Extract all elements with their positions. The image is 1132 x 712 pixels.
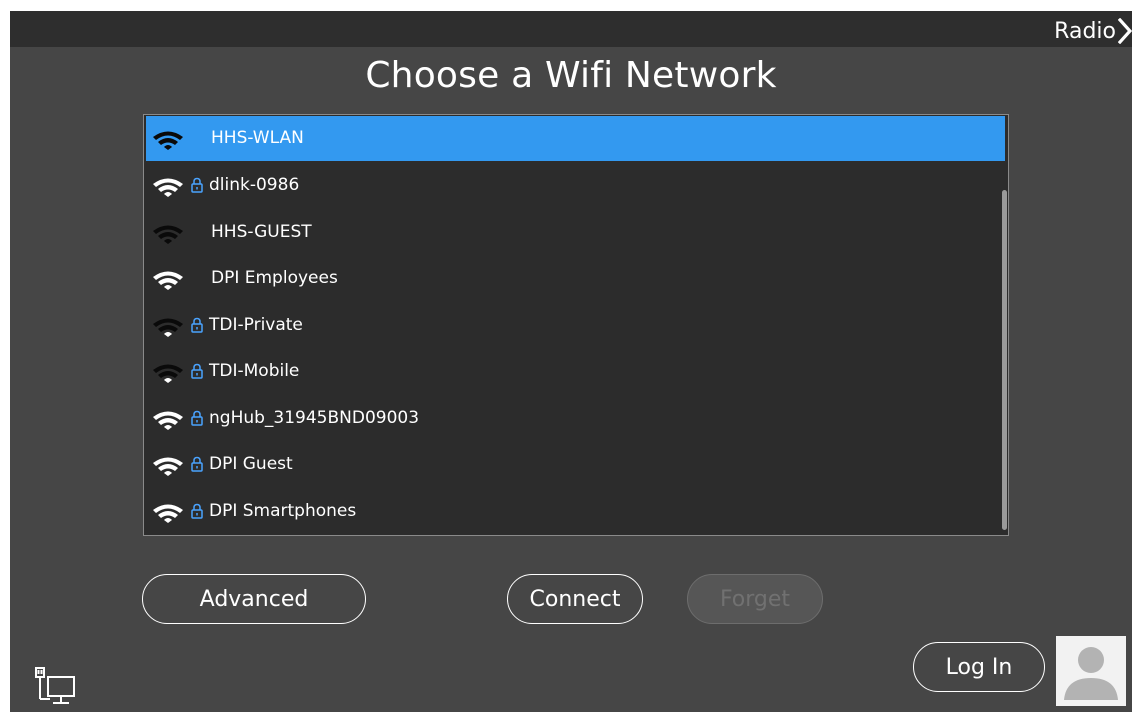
top-bar: Radio (10, 11, 1132, 47)
network-row-dlink-0986[interactable]: dlink-0986 (146, 163, 1005, 208)
wifi-setup-screen: Radio Choose a Wifi Network HHS-WLAN dli… (10, 11, 1132, 712)
wifi-icon (153, 318, 183, 337)
lock-icon (191, 503, 203, 519)
wifi-icon (153, 504, 183, 523)
radio-button[interactable]: Radio (1054, 17, 1132, 45)
connect-button[interactable]: Connect (507, 574, 643, 624)
ethernet-icon[interactable] (34, 666, 80, 706)
network-name: DPI Guest (209, 454, 293, 474)
network-name: TDI-Private (209, 315, 303, 335)
network-list[interactable]: HHS-WLAN dlink-0986 HHS-GUEST DPI Employ… (143, 114, 1009, 536)
list-scrollbar[interactable] (1002, 190, 1007, 530)
network-name: ngHub_31945BND09003 (209, 408, 420, 428)
lock-icon (191, 363, 203, 379)
network-row-tdi-mobile[interactable]: TDI-Mobile (146, 349, 1005, 394)
network-name: DPI Smartphones (209, 501, 357, 521)
lock-icon (191, 177, 203, 193)
wifi-icon (153, 271, 183, 290)
login-button[interactable]: Log In (913, 642, 1045, 692)
wifi-icon (153, 178, 183, 197)
wifi-icon (153, 457, 183, 476)
forget-button[interactable]: Forget (687, 574, 823, 624)
chevron-right-icon (1118, 18, 1132, 44)
lock-icon (191, 456, 203, 472)
network-name: DPI Employees (211, 268, 338, 288)
network-name: HHS-GUEST (211, 222, 312, 242)
network-row-hhs-guest[interactable]: HHS-GUEST (146, 210, 1005, 255)
wifi-icon (153, 131, 183, 150)
network-name: HHS-WLAN (211, 128, 304, 148)
wifi-icon (153, 364, 183, 383)
network-row-dpi-employees[interactable]: DPI Employees (146, 256, 1005, 301)
network-name: TDI-Mobile (209, 361, 300, 381)
page-title: Choose a Wifi Network (365, 55, 777, 96)
user-avatar-icon[interactable] (1056, 636, 1126, 706)
network-name: dlink-0986 (209, 175, 300, 195)
network-row-nghub[interactable]: ngHub_31945BND09003 (146, 396, 1005, 441)
network-row-tdi-private[interactable]: TDI-Private (146, 303, 1005, 348)
lock-icon (191, 410, 203, 426)
wifi-icon (153, 225, 183, 244)
wifi-icon (153, 411, 183, 430)
network-row-dpi-guest[interactable]: DPI Guest (146, 442, 1005, 487)
network-row-hhs-wlan[interactable]: HHS-WLAN (146, 116, 1005, 161)
network-row-dpi-smartphones[interactable]: DPI Smartphones (146, 489, 1005, 534)
user-silhouette-icon (1064, 647, 1118, 700)
radio-label: Radio (1054, 18, 1116, 44)
lock-icon (191, 317, 203, 333)
advanced-button[interactable]: Advanced (142, 574, 366, 624)
